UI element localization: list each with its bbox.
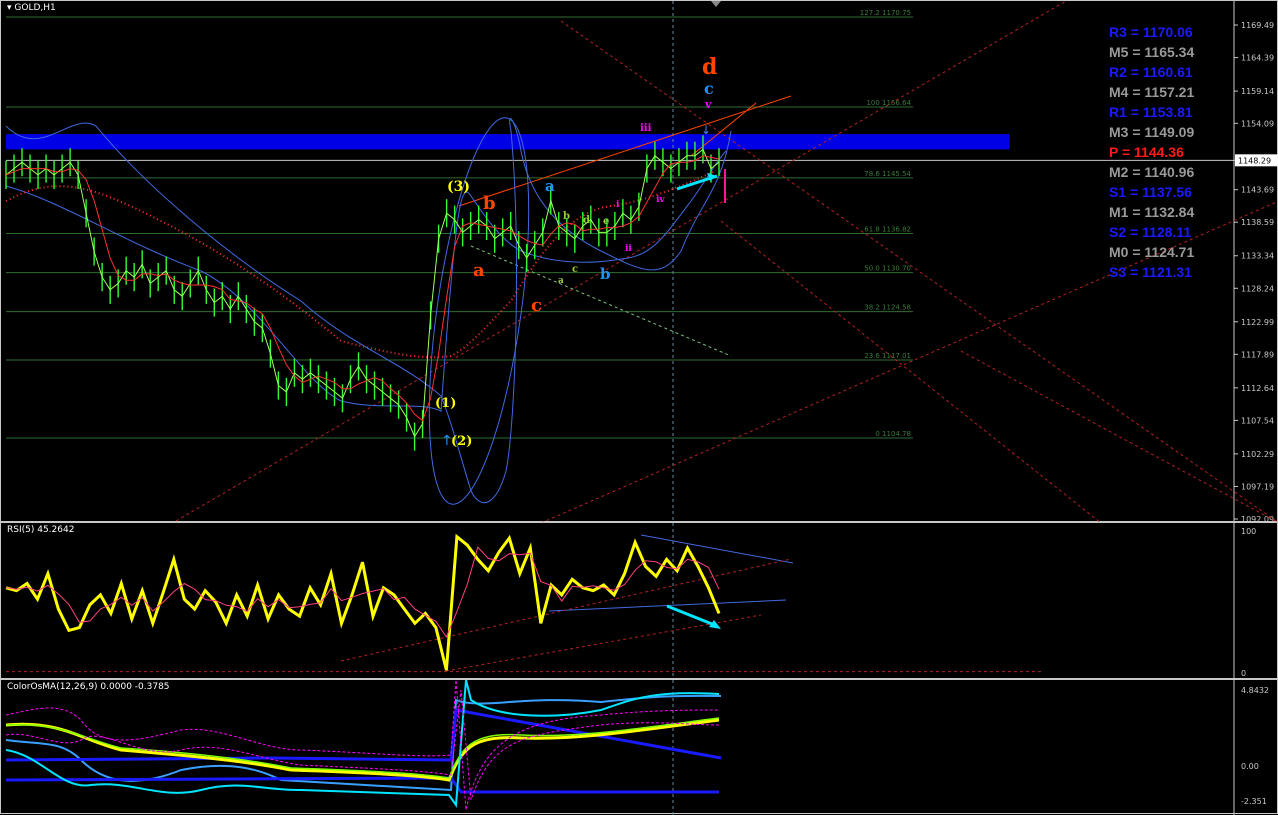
fib-level-label: 50.0 1130.70 — [864, 265, 911, 273]
wave-label: b — [563, 211, 570, 222]
price-chart-canvas[interactable]: 1169.49 1164.39 1159.14 1154.09 1148.29 1143.… — [1, 1, 1278, 523]
fib-level-label: 0 1104.78 — [875, 430, 911, 438]
wave-label: d — [583, 215, 590, 226]
price-close-line — [5, 148, 720, 438]
fib-level-label: 38.2 1124.58 — [864, 304, 911, 312]
price-tick-label: 1112.64 — [1241, 384, 1274, 393]
wave-label: v — [704, 98, 712, 111]
osma-canvas[interactable]: 4.8432 0.00 -2.351 — [1, 680, 1278, 815]
price-tick-label: 1128.24 — [1241, 284, 1274, 293]
wave-label: (2) — [451, 434, 472, 449]
osma-title: ColorOsMA(12,26,9) 0.0000 -0.3785 — [7, 682, 170, 692]
wave-label: d — [702, 54, 717, 80]
price-tick-label: 1102.29 — [1241, 450, 1274, 459]
resistance-zone — [6, 134, 1009, 150]
fib-level-label: 78.6 1145.54 — [864, 170, 911, 178]
pivot-level: M1 = 1132.84 — [1109, 204, 1195, 220]
rsi-top-label: 100 — [1241, 527, 1256, 536]
pivot-level: S2 = 1128.11 — [1109, 224, 1192, 240]
lower-channel-line — [470, 245, 732, 357]
osma-axis-label: -2.351 — [1241, 797, 1267, 806]
pivot-level: R3 = 1170.06 — [1109, 24, 1193, 40]
pivot-level: M0 = 1124.71 — [1109, 244, 1195, 260]
osma-axis-label: 0.00 — [1241, 762, 1259, 771]
chart-shift-icon — [711, 1, 721, 7]
pivot-level: P = 1144.36 — [1109, 144, 1184, 160]
price-tick-label: 1107.54 — [1241, 416, 1274, 425]
wave-label: ii — [625, 244, 632, 254]
osma-cyan-line — [5, 680, 720, 808]
wave-label: c — [572, 264, 578, 275]
symbol-title: GOLD,H1 — [14, 3, 56, 13]
osma-blue-line — [5, 694, 722, 792]
price-tick-label: 1117.89 — [1241, 350, 1274, 359]
upper-wedge-line — [458, 95, 792, 207]
price-tick-label: 1122.99 — [1241, 318, 1274, 327]
pivot-level: M4 = 1157.21 — [1109, 84, 1195, 100]
price-tick-label: 1138.59 — [1241, 218, 1274, 227]
wave-label: a — [558, 276, 564, 286]
wave-label: a — [473, 260, 485, 281]
price-tick-label: 1169.49 — [1241, 21, 1274, 30]
wave-label: a — [545, 177, 555, 195]
osma-axis-label: 4.8432 — [1241, 686, 1269, 695]
price-tick-label: 1164.39 — [1241, 54, 1274, 63]
wave-label: (3) — [447, 179, 470, 195]
price-tick-label: 1143.69 — [1241, 186, 1274, 195]
osma-step-line — [5, 708, 722, 762]
fib-level-label: 100 1156.64 — [866, 99, 911, 107]
rsi-bottom-label: 0 — [1241, 669, 1246, 678]
chart-title: ▾ GOLD,H1 — [7, 3, 56, 13]
fib-level-label: 61.8 1136.82 — [864, 226, 911, 234]
current-price-label: 1148.29 — [1238, 156, 1271, 165]
price-chart-pane[interactable]: 1169.49 1164.39 1159.14 1154.09 1148.29 1143.… — [0, 0, 1278, 523]
pivot-level: M5 = 1165.34 — [1109, 44, 1195, 60]
fib-level-label: 127.2 1170.75 — [860, 9, 911, 17]
pivot-level: S3 = 1121.31 — [1109, 264, 1192, 280]
moving-average-line — [5, 155, 720, 422]
pivot-level: R2 = 1160.61 — [1109, 64, 1193, 80]
rsi-upper-trendline — [640, 534, 794, 564]
bollinger-upper — [5, 117, 732, 503]
rsi-arrowhead — [709, 620, 721, 629]
wave-label: iii — [640, 123, 652, 134]
pivot-level: R1 = 1153.81 — [1109, 104, 1193, 120]
rsi-pane[interactable]: 100 0 RSI(5) 45.2642 — [0, 522, 1278, 680]
price-tick-label: 1154.09 — [1241, 119, 1274, 128]
wave-label: e — [603, 216, 609, 227]
wave-label: b — [600, 265, 611, 283]
wave-label: b — [483, 193, 496, 214]
rsi-canvas[interactable]: 100 0 — [1, 523, 1278, 680]
price-tick-label: 1097.19 — [1241, 482, 1274, 491]
wave-label: c — [531, 295, 542, 316]
wave-label: (1) — [435, 396, 456, 411]
down-arrow-icon: ↓ — [701, 123, 711, 137]
price-tick-label: 1133.34 — [1241, 252, 1274, 261]
rsi-support-line — [340, 558, 792, 662]
price-tick-label: 1159.14 — [1241, 87, 1274, 96]
pivot-level: M3 = 1149.09 — [1109, 124, 1195, 140]
rsi-arrow — [666, 604, 718, 628]
wave-label: c — [704, 79, 714, 98]
pivot-level: S1 = 1137.56 — [1109, 184, 1192, 200]
wave-label: i — [616, 200, 620, 210]
wave-label: iv — [656, 195, 665, 205]
osma-pane[interactable]: 4.8432 0.00 -2.351 ColorOsMA(12,26,9) 0.00… — [0, 679, 1278, 815]
collapse-triangle-icon[interactable]: ▾ — [7, 3, 12, 13]
trend-line-dashed — [960, 350, 1278, 523]
pivot-level: M2 = 1140.96 — [1109, 164, 1195, 180]
rsi-title: RSI(5) 45.2642 — [7, 525, 75, 535]
